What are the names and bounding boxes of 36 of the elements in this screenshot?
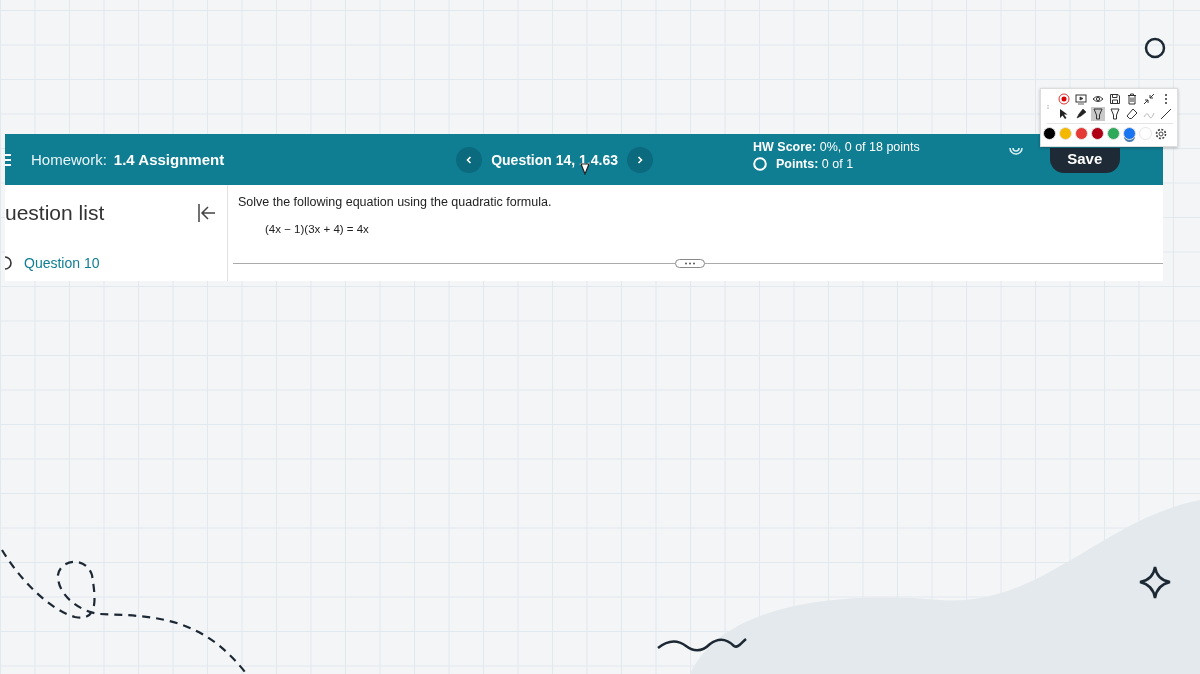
question-prompt: Solve the following equation using the quadratic formula. [238,195,553,209]
record-icon[interactable] [1058,93,1070,105]
save-icon[interactable] [1109,93,1121,105]
cursor-icon [580,163,590,175]
shrink-icon[interactable] [1143,93,1155,105]
question-list-heading: uestion list [5,201,105,225]
screen-icon[interactable] [1075,93,1087,105]
hw-score: HW Score: 0%, 0 of 18 points [753,140,920,154]
status-circle-icon [753,157,767,171]
points: Points: 0 of 1 [776,157,854,171]
collapse-icon[interactable] [197,203,217,223]
trash-icon[interactable] [1126,93,1138,105]
highlighter-icon[interactable] [1109,108,1121,120]
sparkle-doodle [1138,565,1172,600]
circle-doodle [1144,37,1166,59]
color-swatch[interactable] [1043,127,1056,140]
pointer-icon[interactable] [1058,108,1070,120]
eraser-icon[interactable] [1126,108,1138,120]
question-title: Question 14, 1.4.63 [491,151,618,168]
eye-icon[interactable] [1092,93,1104,105]
highlighter-icon[interactable] [1091,107,1105,121]
equation: (4x − 1)(3x + 4) = 4x [265,223,370,235]
line-icon[interactable] [1160,108,1172,120]
color-swatch[interactable] [1059,127,1072,140]
question-link[interactable]: Question 10 [24,255,100,271]
menu-icon[interactable] [5,153,11,166]
assignment-title: 1.4 Assignment [113,151,225,168]
resize-handle[interactable] [675,259,705,268]
save-button[interactable]: Save [1049,148,1120,173]
color-swatch[interactable] [1139,127,1152,140]
color-swatch[interactable] [1107,127,1120,140]
homework-label: Homework: [31,151,107,168]
color-swatch[interactable] [1091,127,1104,140]
color-swatch[interactable] [1123,127,1136,140]
color-swatch[interactable] [1075,127,1088,140]
marker-icon[interactable] [1075,108,1087,120]
